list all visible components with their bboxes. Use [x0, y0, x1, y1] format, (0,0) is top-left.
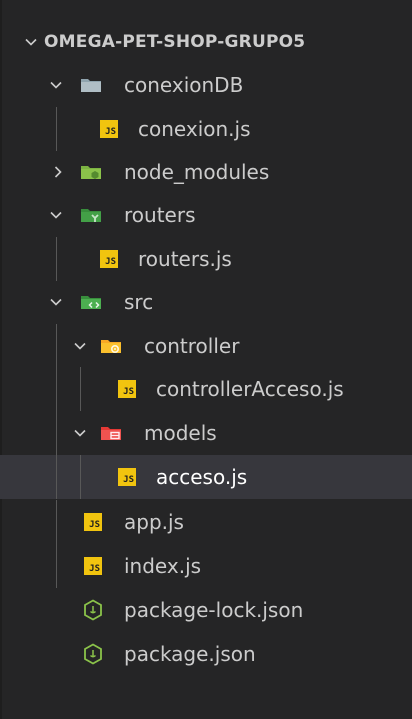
- chevron-down-icon[interactable]: [46, 193, 66, 237]
- indent-guide: [56, 544, 57, 588]
- root-folder-label: OMEGA-PET-SHOP-GRUPO5: [44, 32, 306, 52]
- indent-guide: [56, 324, 57, 368]
- file-label: acceso.js: [156, 465, 248, 489]
- js-file-icon: JS: [118, 367, 136, 411]
- chevron-down-icon[interactable]: [70, 324, 90, 368]
- node-json-icon: [82, 588, 104, 632]
- tree-file-acceso-js[interactable]: JS acceso.js: [0, 455, 412, 499]
- indent-guide: [80, 455, 81, 499]
- tree-file-conexion-js[interactable]: JS conexion.js: [0, 107, 412, 151]
- indent-guide: [56, 367, 57, 411]
- folder-src-icon: [80, 280, 102, 324]
- explorer-root[interactable]: OMEGA-PET-SHOP-GRUPO5: [0, 20, 412, 64]
- file-label: controllerAcceso.js: [156, 377, 344, 401]
- folder-label: routers: [124, 203, 196, 227]
- tree-file-controlleracceso-js[interactable]: JS controllerAcceso.js: [0, 367, 412, 411]
- file-label: routers.js: [138, 247, 232, 271]
- js-file-icon: JS: [100, 107, 118, 151]
- folder-node-icon: [80, 150, 102, 194]
- indent-guide: [56, 107, 57, 151]
- js-file-icon: JS: [84, 500, 102, 544]
- tree-folder-src[interactable]: src: [0, 280, 412, 324]
- folder-label: node_modules: [124, 160, 270, 184]
- js-file-icon: JS: [118, 455, 136, 499]
- indent-guide: [56, 237, 57, 281]
- tree-file-index-js[interactable]: JS index.js: [0, 544, 412, 588]
- tree-file-package-lock-json[interactable]: package-lock.json: [0, 588, 412, 632]
- tree-folder-node-modules[interactable]: node_modules: [0, 150, 412, 194]
- indent-guide: [80, 367, 81, 411]
- tree-folder-controller[interactable]: controller: [0, 324, 412, 368]
- file-label: conexion.js: [138, 117, 251, 141]
- chevron-down-icon[interactable]: [21, 20, 41, 64]
- tree-folder-models[interactable]: models: [0, 411, 412, 455]
- folder-label: models: [144, 421, 217, 445]
- file-label: app.js: [124, 510, 184, 534]
- file-explorer: OMEGA-PET-SHOP-GRUPO5 conexionDB JS cone…: [0, 0, 412, 719]
- chevron-down-icon[interactable]: [46, 63, 66, 107]
- js-file-icon: JS: [84, 544, 102, 588]
- folder-models-icon: [100, 411, 122, 455]
- tree-folder-conexiondb[interactable]: conexionDB: [0, 63, 412, 107]
- tree-file-routers-js[interactable]: JS routers.js: [0, 237, 412, 281]
- file-label: index.js: [124, 554, 202, 578]
- indent-guide: [56, 455, 57, 499]
- file-label: package-lock.json: [124, 598, 304, 622]
- chevron-down-icon[interactable]: [70, 411, 90, 455]
- folder-controller-icon: [100, 324, 122, 368]
- tree-file-app-js[interactable]: JS app.js: [0, 500, 412, 544]
- file-label: package.json: [124, 642, 256, 666]
- folder-label: conexionDB: [124, 73, 244, 97]
- folder-routes-icon: [80, 193, 102, 237]
- folder-label: controller: [144, 334, 240, 358]
- folder-db-icon: [80, 63, 102, 107]
- chevron-down-icon[interactable]: [46, 280, 66, 324]
- node-json-icon: [82, 632, 104, 676]
- indent-guide: [56, 411, 57, 455]
- indent-guide: [56, 500, 57, 544]
- folder-label: src: [124, 290, 154, 314]
- chevron-right-icon[interactable]: [48, 150, 68, 194]
- tree-file-package-json[interactable]: package.json: [0, 632, 412, 676]
- js-file-icon: JS: [100, 237, 118, 281]
- tree-folder-routers[interactable]: routers: [0, 193, 412, 237]
